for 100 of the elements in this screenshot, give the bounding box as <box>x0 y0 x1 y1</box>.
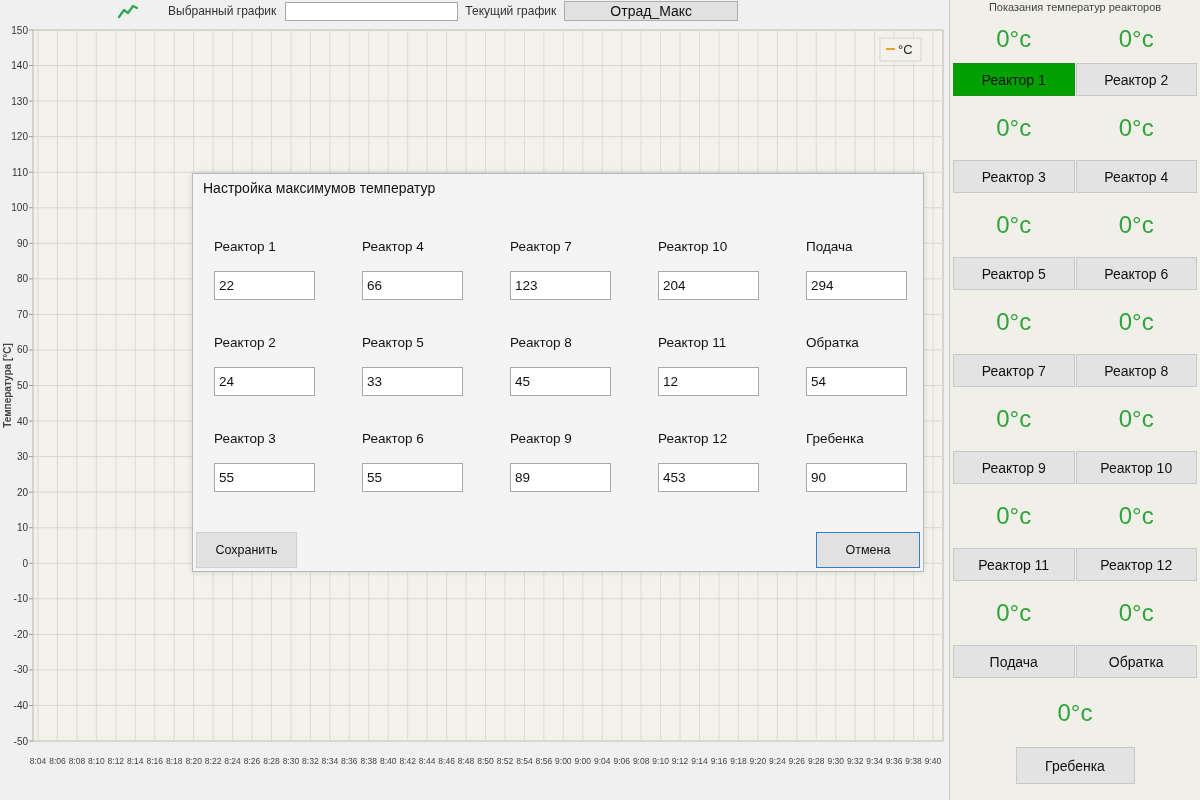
x-tick-label: 9:38 <box>905 756 922 766</box>
sensor-button[interactable]: Реактор 2 <box>1075 63 1197 96</box>
y-tick-label: 130 <box>11 95 28 107</box>
temperature-reading: 0°c <box>1118 211 1154 239</box>
temperature-reading: 0°c <box>996 599 1032 627</box>
input-field[interactable]: 90 <box>806 463 907 492</box>
y-tick-label: -30 <box>13 664 28 676</box>
field-label: Выбранный график <box>168 4 277 18</box>
input-field[interactable]: 453 <box>658 463 759 492</box>
field-label: Реактор 5 <box>362 334 424 352</box>
sensor-button[interactable]: Гребенка <box>1015 747 1135 784</box>
x-tick-label: 9:34 <box>866 756 883 766</box>
temperature-reading: 0°c <box>996 211 1032 239</box>
dialog-button[interactable]: Отмена <box>816 532 920 568</box>
input-field[interactable]: 12 <box>658 367 759 396</box>
temperature-reading: 0°c <box>996 405 1032 433</box>
x-tick-label: 9:30 <box>827 756 844 766</box>
temperature-reading: 0°c <box>1118 308 1154 336</box>
field-label: Реактор 11 <box>658 334 727 352</box>
y-tick-label: 20 <box>16 486 28 498</box>
input-field[interactable]: 24 <box>214 367 315 396</box>
x-tick-label: 9:04 <box>593 756 611 766</box>
x-tick-label: 9:10 <box>652 756 669 766</box>
y-tick-label: 120 <box>11 131 28 143</box>
chart-select-button[interactable]: Отрад_Макс <box>564 1 739 21</box>
x-tick-label: 8:08 <box>68 756 86 766</box>
x-tick-label: 9:08 <box>632 756 650 766</box>
y-tick-label: 60 <box>16 344 28 356</box>
input-field[interactable]: 55 <box>214 463 315 492</box>
sensor-button[interactable]: Реактор 8 <box>1075 354 1197 387</box>
y-tick-label: 10 <box>16 522 28 534</box>
temperature-reading: 0°c <box>1118 502 1154 530</box>
x-tick-label: 8:40 <box>379 756 397 766</box>
sensor-button[interactable]: Реактор 5 <box>953 257 1075 290</box>
field-label: Реактор 10 <box>658 238 728 256</box>
y-tick-label: 70 <box>16 308 28 320</box>
temperature-reading: 0°c <box>996 502 1032 530</box>
field-label: Реактор 7 <box>510 238 572 256</box>
input-field[interactable]: 204 <box>658 271 759 300</box>
x-tick-label: 8:28 <box>263 756 280 766</box>
temperature-reading: 0°c <box>1118 24 1154 53</box>
field-label: Подача <box>806 238 853 256</box>
temperature-reading: 0°c <box>1118 114 1154 142</box>
sensor-button[interactable]: Подача <box>953 645 1075 678</box>
input-field[interactable]: 54 <box>806 367 907 396</box>
sensor-button[interactable]: Реактор 12 <box>1075 548 1197 581</box>
input-field[interactable]: 123 <box>510 271 611 300</box>
panel-title: Показания температур реакторов <box>987 0 1163 14</box>
input-field[interactable]: 55 <box>362 463 463 492</box>
field-label: Реактор 9 <box>510 430 572 448</box>
x-tick-label: 8:24 <box>224 756 241 766</box>
x-tick-label: 8:04 <box>29 756 47 766</box>
sensor-button[interactable]: Реактор 4 <box>1075 160 1197 193</box>
y-tick-label: 50 <box>16 380 28 391</box>
input-field[interactable]: 22 <box>214 271 315 300</box>
y-tick-label: 100 <box>11 202 28 214</box>
input-field[interactable]: 89 <box>510 463 611 492</box>
y-tick-label: 40 <box>16 415 28 427</box>
sensor-button[interactable]: Реактор 9 <box>953 451 1075 484</box>
legend-label: °C <box>898 41 913 57</box>
y-tick-label: 0 <box>22 557 28 569</box>
sensor-button[interactable]: Реактор 3 <box>953 160 1075 193</box>
x-tick-label: 9:36 <box>885 756 903 766</box>
x-tick-label: 8:10 <box>88 756 105 766</box>
input-field[interactable]: 45 <box>510 367 611 396</box>
x-tick-label: 8:36 <box>341 756 358 766</box>
dialog-button[interactable]: Сохранить <box>196 532 297 568</box>
x-tick-label: 8:20 <box>185 756 202 766</box>
x-tick-label: 8:06 <box>49 756 66 766</box>
x-tick-label: 8:34 <box>321 756 339 766</box>
x-tick-label: 8:42 <box>399 756 416 766</box>
x-tick-label: 9:20 <box>749 756 767 766</box>
x-tick-label: 9:26 <box>788 756 806 766</box>
x-tick-label: 8:16 <box>146 756 163 766</box>
axis-title: Температура [°C] <box>2 343 13 428</box>
chart-line-icon[interactable] <box>118 3 138 19</box>
sensor-button[interactable]: Реактор 11 <box>953 548 1075 581</box>
y-tick-label: -20 <box>13 628 28 640</box>
field-label: Реактор 12 <box>658 430 728 448</box>
y-tick-label: 90 <box>16 237 28 249</box>
input-field[interactable]: 66 <box>362 271 463 300</box>
x-tick-label: 9:28 <box>808 756 825 766</box>
sensor-button[interactable]: Реактор 10 <box>1075 451 1197 484</box>
sensor-button[interactable]: Реактор 7 <box>953 354 1075 387</box>
x-tick-label: 8:44 <box>418 756 436 766</box>
field-label: Реактор 6 <box>362 430 424 448</box>
sensor-button[interactable]: Реактор 1 <box>953 63 1075 96</box>
sensor-button[interactable]: Обратка <box>1075 645 1197 678</box>
input-field[interactable]: 294 <box>806 271 907 300</box>
input-field[interactable] <box>285 1 459 21</box>
sensor-button[interactable]: Реактор 6 <box>1075 257 1197 290</box>
input-field[interactable]: 33 <box>362 367 463 396</box>
x-tick-label: 8:22 <box>204 756 222 766</box>
temperature-reading: 0°c <box>1118 599 1154 627</box>
x-tick-label: 9:00 <box>574 756 592 766</box>
x-tick-label: 9:18 <box>730 756 747 766</box>
x-tick-label: 8:52 <box>496 756 514 766</box>
x-tick-label: 9:12 <box>671 756 689 766</box>
x-tick-label: 9:16 <box>710 756 728 766</box>
dialog-title: Настройка максимумов температур <box>202 179 436 198</box>
